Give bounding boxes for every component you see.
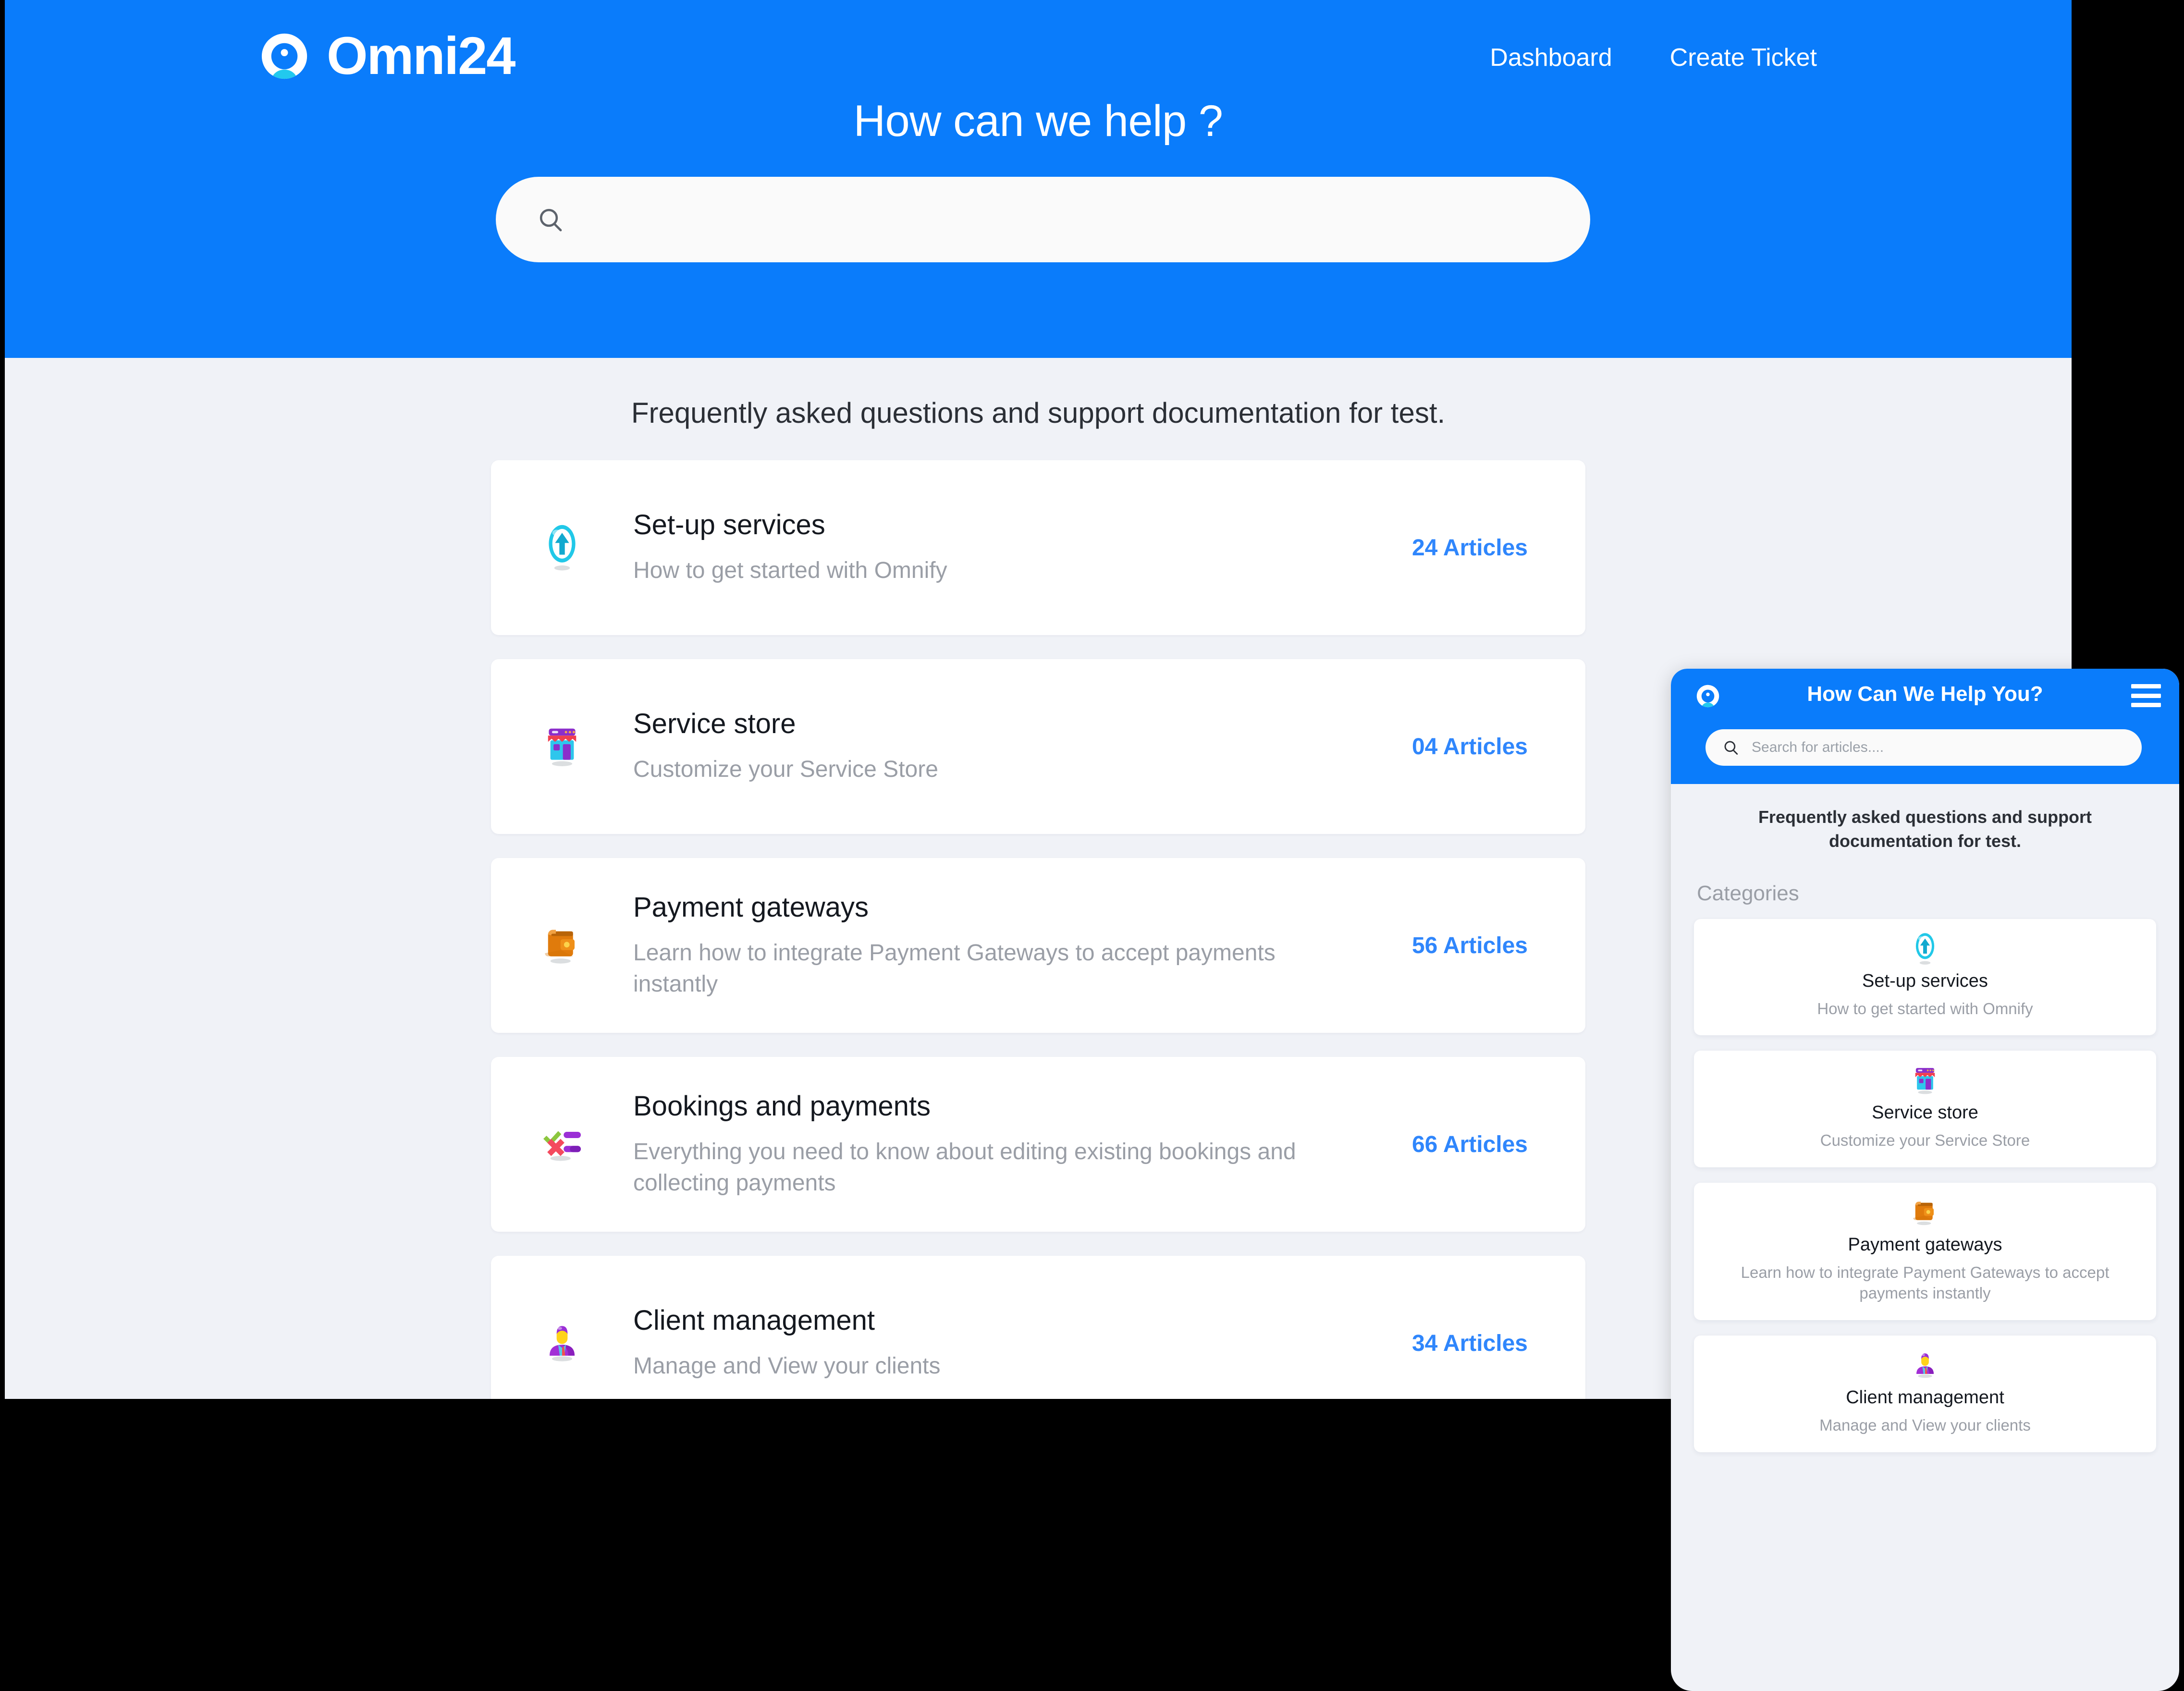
search-icon <box>1723 739 1739 756</box>
nav-links: Dashboard Create Ticket <box>1490 43 1817 72</box>
card-article-count: 66 Articles <box>1411 1131 1528 1157</box>
category-card-bookings-and-payments[interactable]: Bookings and payments Everything you nee… <box>491 1057 1585 1232</box>
card-article-count: 24 Articles <box>1411 535 1528 561</box>
person-in-suit-icon <box>1908 1348 1942 1383</box>
card-description: Manage and View your clients <box>1819 1416 2031 1434</box>
card-description: Learn how to integrate Payment Gateways … <box>1741 1263 2110 1302</box>
mobile-preview-panel: How Can We Help You? Frequently asked qu… <box>1671 669 2179 1691</box>
card-title: Set-up services <box>1862 970 1988 991</box>
category-card-payment-gateways[interactable]: Payment gateways Learn how to integrate … <box>491 858 1585 1033</box>
hero-section: Omni24 Dashboard Create Ticket How can w… <box>5 0 2072 358</box>
brand-logo[interactable]: Omni24 <box>255 26 515 86</box>
card-description: How to get started with Omnify <box>633 558 947 584</box>
mobile-category-card-payment-gateways[interactable]: Payment gateways Learn how to integrate … <box>1694 1182 2156 1320</box>
card-description: Customize your Service Store <box>633 757 938 783</box>
up-arrow-circle-icon <box>533 523 591 573</box>
card-title: Set-up services <box>633 509 825 541</box>
card-title: Service store <box>1872 1103 1978 1123</box>
card-title: Client management <box>1846 1387 2004 1408</box>
category-card-setup-services[interactable]: Set-up services How to get started with … <box>491 460 1585 635</box>
card-title: Service store <box>633 708 796 740</box>
card-title: Client management <box>633 1305 875 1336</box>
nav-link-create-ticket[interactable]: Create Ticket <box>1670 43 1817 72</box>
card-description: Everything you need to know about editin… <box>633 1139 1296 1196</box>
mobile-search-input[interactable] <box>1752 739 2087 756</box>
faq-subtitle: Frequently asked questions and support d… <box>631 397 1446 429</box>
category-card-list: Set-up services How to get started with … <box>491 460 1585 1399</box>
hamburger-menu-icon[interactable] <box>2131 684 2161 707</box>
wallet-icon <box>1908 1195 1942 1230</box>
person-in-suit-icon <box>533 1318 591 1368</box>
hero-title: How can we help ? <box>853 97 1223 146</box>
mobile-title: How Can We Help You? <box>1807 682 2043 706</box>
card-title: Payment gateways <box>1848 1234 2002 1255</box>
search-icon <box>537 206 564 233</box>
category-card-client-management[interactable]: Client management Manage and View your c… <box>491 1256 1585 1399</box>
brand-name: Omni24 <box>327 26 515 86</box>
mobile-category-card-client-management[interactable]: Client management Manage and View your c… <box>1694 1335 2156 1452</box>
card-title: Payment gateways <box>633 891 869 923</box>
screenshot-stage: Omni24 Dashboard Create Ticket How can w… <box>0 0 2184 1691</box>
wallet-icon <box>533 920 591 970</box>
nav-link-dashboard[interactable]: Dashboard <box>1490 43 1612 72</box>
hero-search-bar[interactable] <box>496 177 1590 262</box>
card-title: Bookings and payments <box>633 1090 931 1122</box>
card-description: Customize your Service Store <box>1820 1131 2030 1150</box>
omnify-circle-avatar-logo-icon <box>255 26 314 86</box>
card-description: Learn how to integrate Payment Gateways … <box>633 940 1276 997</box>
hero-search-input[interactable] <box>583 206 1531 233</box>
card-description: How to get started with Omnify <box>1817 999 2033 1017</box>
mobile-categories-label: Categories <box>1697 881 1799 905</box>
hamburger-line <box>2131 703 2161 707</box>
category-card-service-store[interactable]: Service store Customize your Service Sto… <box>491 659 1585 834</box>
hamburger-line <box>2131 693 2161 698</box>
mobile-search-bar[interactable] <box>1705 729 2142 766</box>
storefront-icon <box>533 722 591 772</box>
card-description: Manage and View your clients <box>633 1353 941 1379</box>
hamburger-line <box>2131 684 2161 688</box>
storefront-icon <box>1908 1063 1942 1098</box>
mobile-category-card-list: Set-up services How to get started with … <box>1671 919 2179 1481</box>
card-article-count: 04 Articles <box>1411 734 1528 760</box>
up-arrow-circle-icon <box>1908 931 1942 966</box>
mobile-header: How Can We Help You? <box>1671 669 2179 784</box>
checklist-icon <box>533 1119 591 1169</box>
card-article-count: 34 Articles <box>1411 1330 1528 1356</box>
mobile-category-card-service-store[interactable]: Service store Customize your Service Sto… <box>1694 1051 2156 1167</box>
mobile-category-card-setup-services[interactable]: Set-up services How to get started with … <box>1694 919 2156 1036</box>
card-article-count: 56 Articles <box>1411 932 1528 958</box>
mobile-subtitle: Frequently asked questions and support d… <box>1758 807 2092 851</box>
